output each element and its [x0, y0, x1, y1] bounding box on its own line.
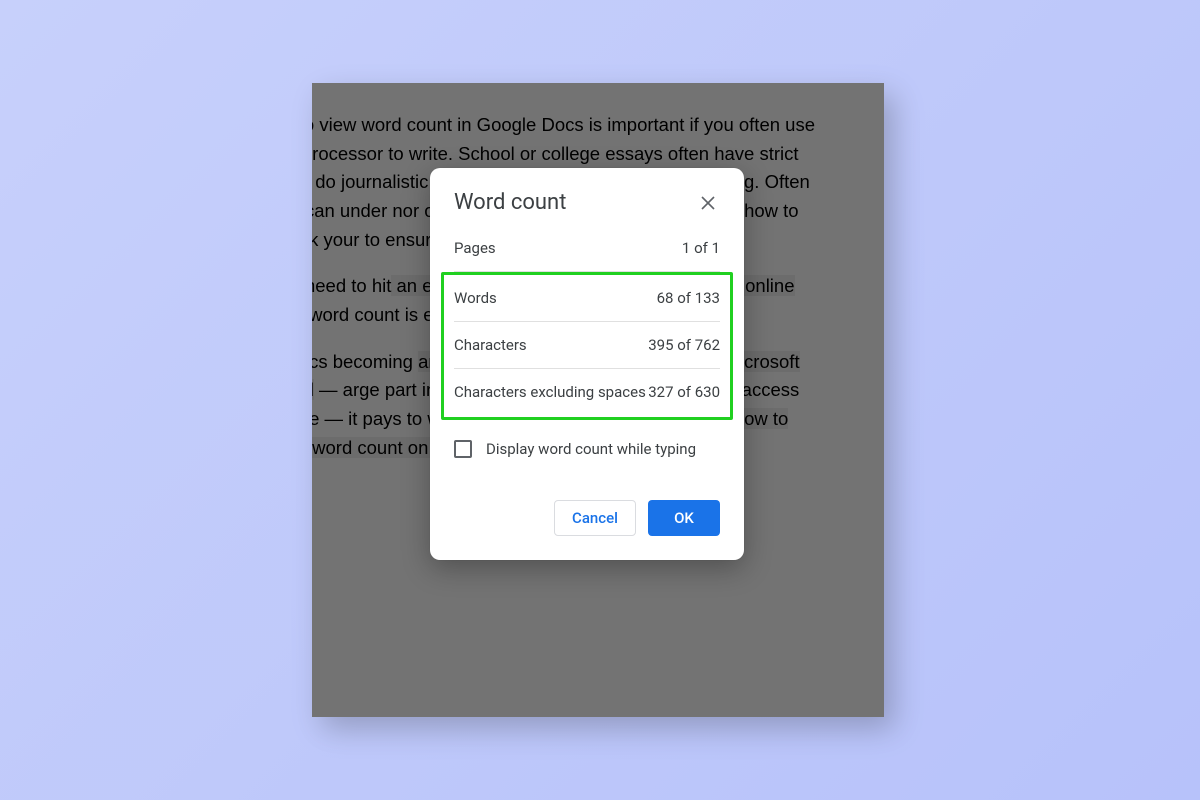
dialog-button-row: Cancel OK	[454, 500, 720, 536]
cancel-button[interactable]: Cancel	[554, 500, 636, 536]
stat-label: Pages	[454, 239, 496, 257]
stat-row-characters-no-spaces: Characters excluding spaces 327 of 630	[454, 369, 720, 415]
dialog-header: Word count	[454, 190, 720, 215]
display-while-typing-row: Display word count while typing	[454, 440, 720, 458]
ok-button[interactable]: OK	[648, 500, 720, 536]
stat-label: Characters excluding spaces	[454, 383, 646, 401]
stat-value: 395 of 762	[648, 336, 720, 354]
stat-value: 327 of 630	[648, 383, 720, 401]
word-count-dialog: Word count Pages 1 of 1 Words 68 of 133 …	[430, 168, 744, 560]
close-icon	[701, 196, 715, 210]
display-while-typing-checkbox[interactable]	[454, 440, 472, 458]
stat-value: 68 of 133	[657, 289, 720, 307]
stat-row-words: Words 68 of 133	[454, 277, 720, 322]
stat-value: 1 of 1	[682, 239, 720, 257]
highlighted-stats: Words 68 of 133 Characters 395 of 762 Ch…	[441, 272, 733, 420]
stat-row-characters: Characters 395 of 762	[454, 322, 720, 369]
close-button[interactable]	[696, 191, 720, 215]
dialog-title: Word count	[454, 190, 566, 215]
checkbox-label: Display word count while typing	[486, 440, 696, 458]
stat-label: Characters	[454, 336, 527, 354]
stat-label: Words	[454, 289, 497, 307]
stage: ow to view word count in Google Docs is …	[0, 0, 1200, 800]
stat-row-pages: Pages 1 of 1	[454, 235, 720, 272]
